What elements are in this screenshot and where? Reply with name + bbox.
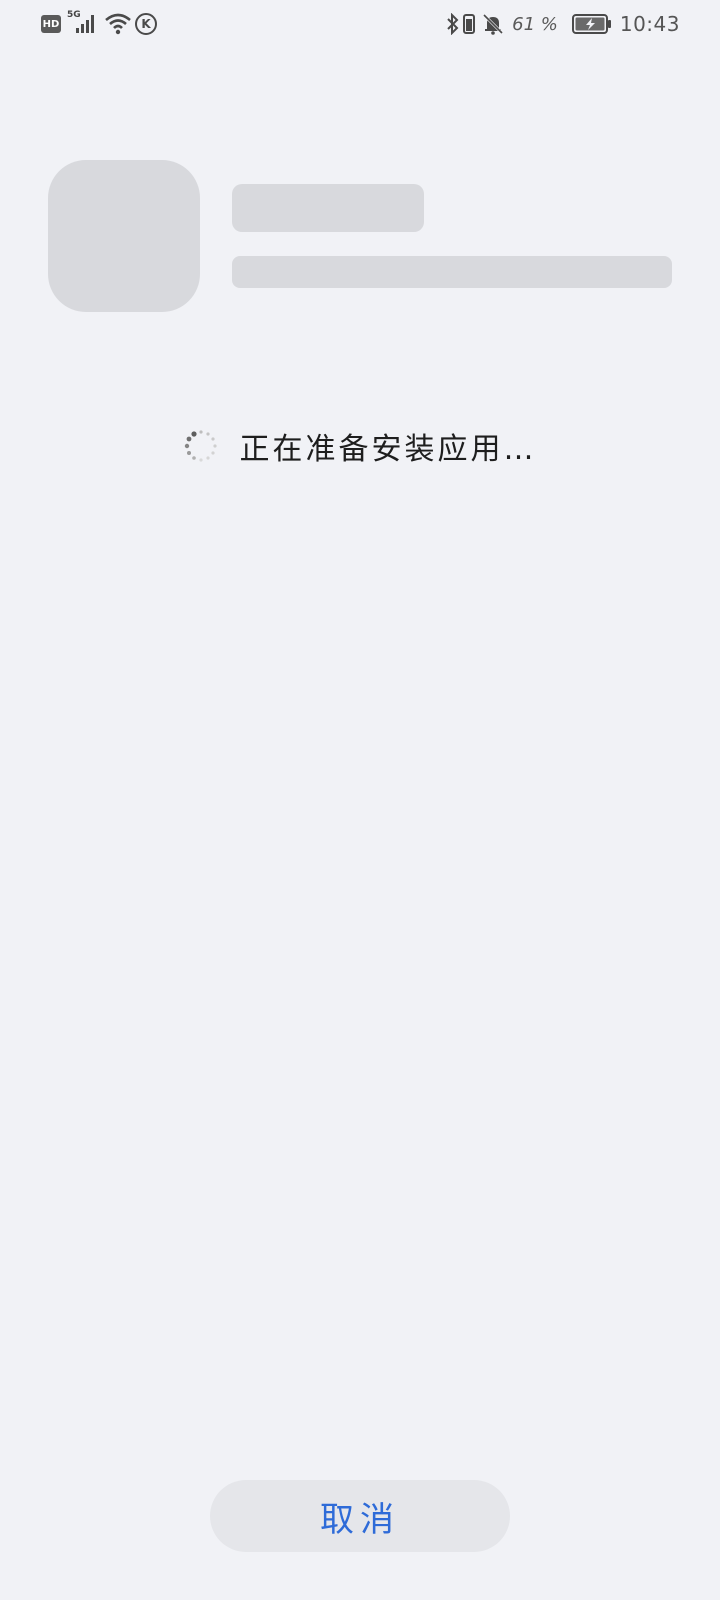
status-bar-right: 61 % 10:43 — [446, 12, 680, 36]
app-icon-placeholder — [48, 160, 200, 312]
k-icon: K — [135, 13, 157, 35]
status-bar-left: HD 5G K — [41, 10, 157, 36]
install-screen: HD 5G K 61 % 10:43 正在准备安装应用… 取消 — [0, 0, 720, 1600]
install-progress: 正在准备安装应用… — [0, 424, 720, 468]
status-bar: HD 5G K 61 % 10:43 — [0, 0, 720, 48]
app-description-placeholder — [232, 256, 672, 288]
vibrate-icon — [463, 14, 476, 34]
install-status-text: 正在准备安装应用… — [239, 432, 537, 467]
wifi-icon — [105, 13, 131, 35]
bluetooth-icon — [447, 13, 459, 35]
clock: 10:43 — [619, 12, 680, 36]
hd-icon: HD — [41, 15, 61, 33]
app-name-placeholder — [232, 184, 424, 232]
loading-spinner-icon — [184, 430, 217, 462]
cancel-button[interactable]: 取消 — [210, 1480, 510, 1552]
battery-charging-icon — [571, 14, 611, 34]
battery-percent: 61 % — [512, 13, 558, 35]
cellular-signal: 5G — [67, 10, 99, 36]
signal-icon — [76, 15, 94, 33]
bell-off-icon — [483, 13, 504, 35]
